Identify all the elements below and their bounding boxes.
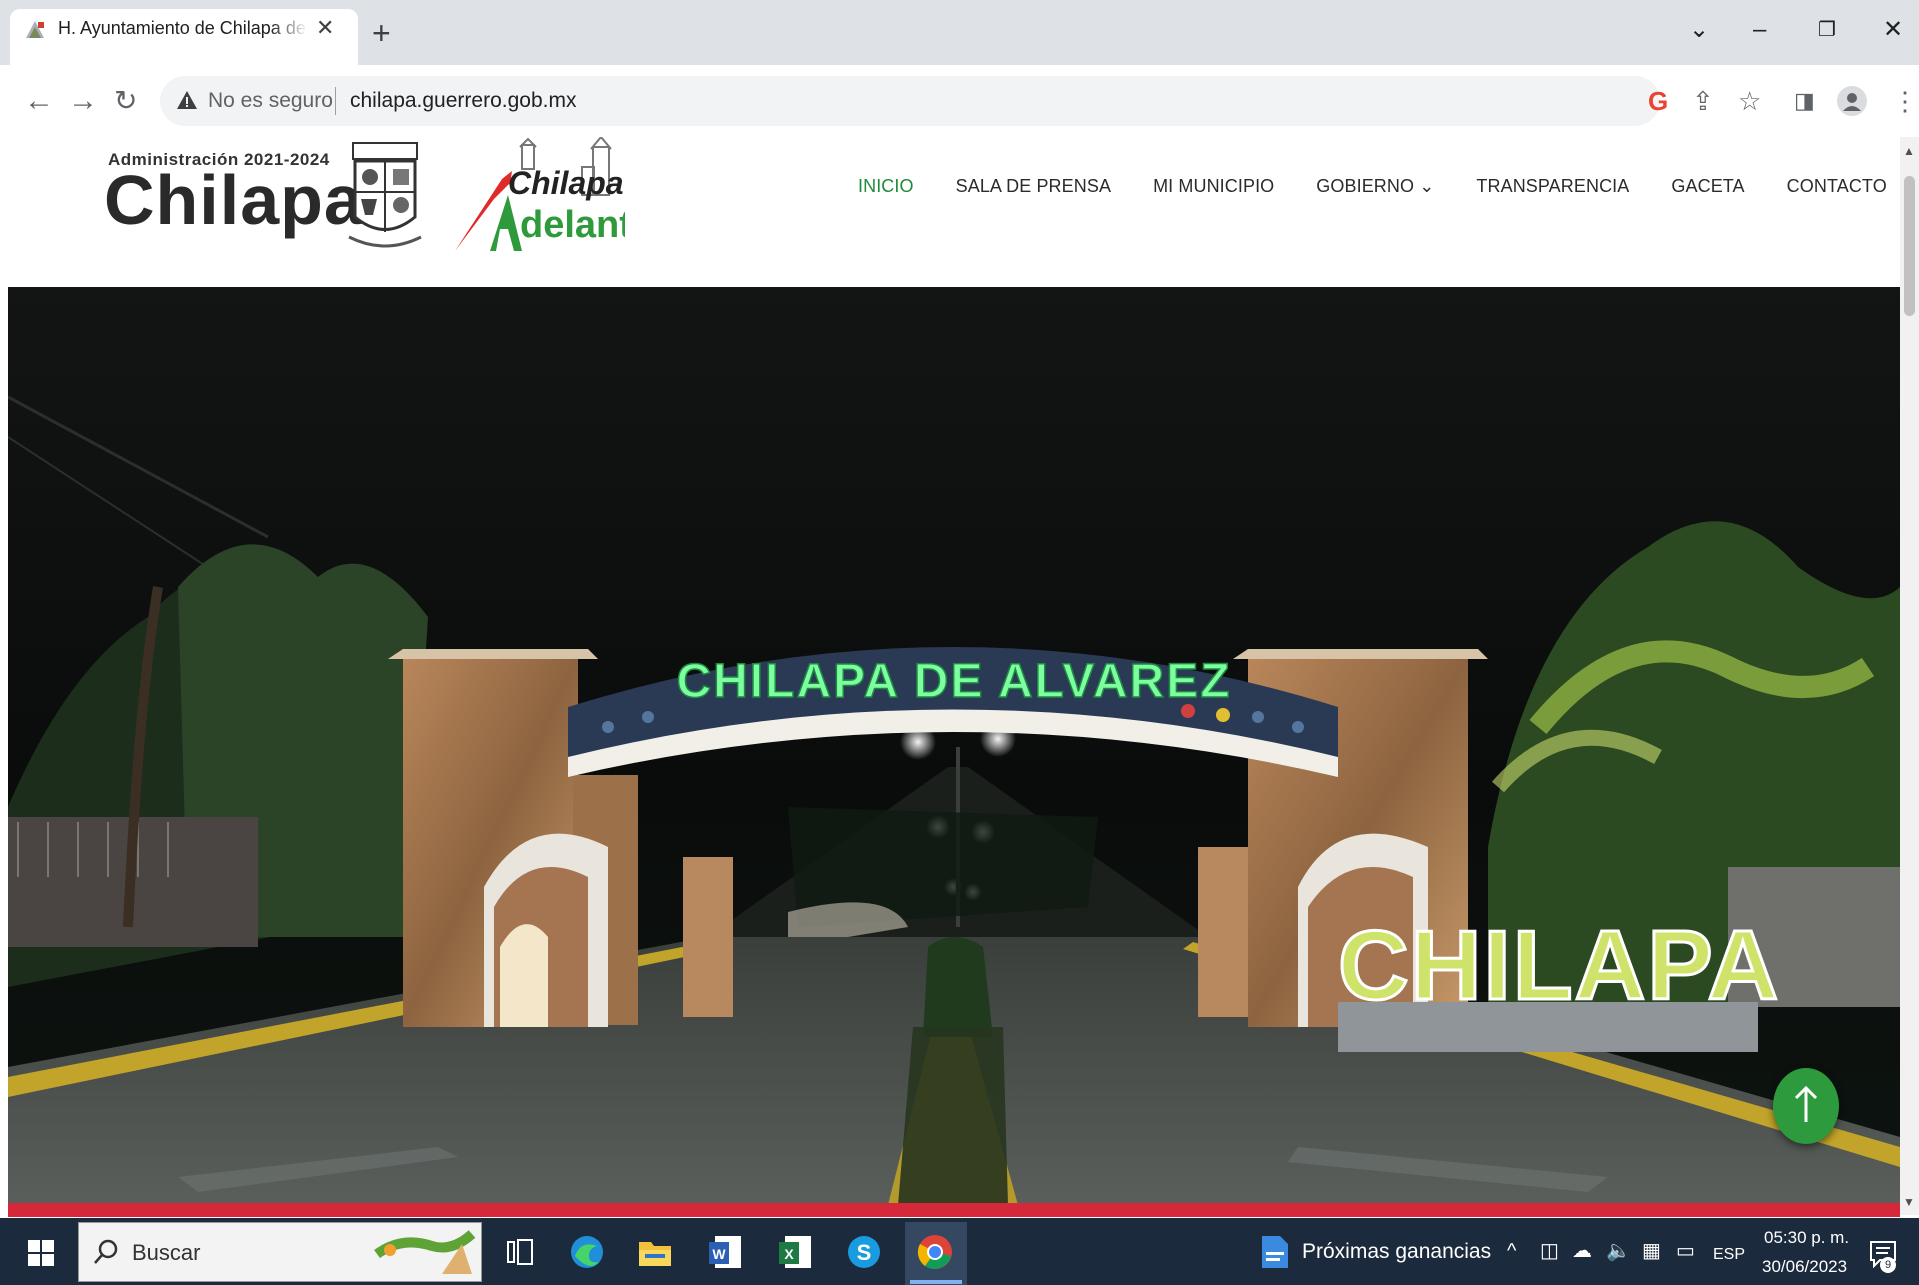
hero-banner-image: CHILAPA DE ALVAREZ CHILAPA xyxy=(8,287,1900,1205)
svg-text:W: W xyxy=(712,1246,726,1262)
nav-gaceta[interactable]: GACETA xyxy=(1671,176,1744,206)
chrome-icon[interactable] xyxy=(915,1232,955,1272)
tab-favicon-icon xyxy=(26,21,44,38)
red-accent-strip xyxy=(8,1203,1900,1217)
tab-search-icon[interactable]: ⌄ xyxy=(1689,18,1709,42)
main-nav: INICIO SALA DE PRENSA MI MUNICIPIO GOBIE… xyxy=(858,176,1887,206)
show-hidden-icons-icon[interactable]: ^ xyxy=(1507,1240,1516,1262)
new-tab-button[interactable]: + xyxy=(372,17,391,49)
security-label[interactable]: No es seguro xyxy=(208,89,333,113)
site-logo-text[interactable]: Chilapa xyxy=(104,160,364,240)
nav-contacto[interactable]: CONTACTO xyxy=(1787,176,1887,206)
back-icon[interactable]: ← xyxy=(24,85,54,117)
menu-icon[interactable]: ⋮ xyxy=(1892,86,1918,116)
tab-close-icon[interactable]: ✕ xyxy=(316,14,334,42)
edge-icon[interactable] xyxy=(567,1232,607,1272)
arch-sign-text: CHILAPA DE ALVAREZ xyxy=(676,655,1231,708)
language-indicator[interactable]: ESP xyxy=(1713,1244,1745,1266)
forward-icon[interactable]: → xyxy=(68,85,98,117)
clock-time[interactable]: 05:30 p. m. xyxy=(1764,1228,1849,1248)
restore-icon[interactable]: ❐ xyxy=(1818,18,1836,42)
search-highlight-art xyxy=(374,1230,476,1274)
nav-gobierno[interactable]: GOBIERNO ⌄ xyxy=(1316,176,1434,206)
task-view-icon[interactable] xyxy=(500,1232,540,1272)
notification-count-badge: 9 xyxy=(1880,1257,1896,1273)
chrome-active-indicator xyxy=(910,1280,962,1284)
share-icon[interactable]: ⇪ xyxy=(1692,86,1714,116)
coat-of-arms-icon xyxy=(348,142,422,248)
scrollbar-thumb[interactable] xyxy=(1904,176,1915,316)
windows-start-icon[interactable] xyxy=(28,1240,54,1266)
news-widget-icon[interactable] xyxy=(1260,1234,1290,1270)
news-widget-text[interactable]: Próximas ganancias xyxy=(1302,1240,1491,1264)
logo-chilapa-text: Chilapa xyxy=(508,165,624,201)
close-window-icon[interactable]: ✕ xyxy=(1883,18,1903,42)
chilapa-adelante-logo[interactable]: Chilapa delante xyxy=(450,137,625,257)
tab-title: H. Ayuntamiento de Chilapa de Álvarez xyxy=(58,18,308,38)
chilapa-letters-sign: CHILAPA xyxy=(1338,910,1780,1020)
svg-text:S: S xyxy=(857,1240,872,1265)
warning-icon[interactable] xyxy=(176,89,198,111)
onedrive-icon[interactable]: ☁ xyxy=(1572,1240,1592,1262)
excel-icon[interactable]: X xyxy=(775,1232,815,1272)
side-panel-icon[interactable]: ◨ xyxy=(1794,86,1815,116)
meet-now-icon[interactable]: ◫ xyxy=(1540,1240,1559,1262)
taskbar-search-placeholder[interactable]: Buscar xyxy=(132,1240,200,1266)
scroll-down-icon[interactable]: ▼ xyxy=(1903,1195,1915,1209)
volume-icon[interactable]: 🔈 xyxy=(1606,1240,1631,1262)
google-icon[interactable]: G xyxy=(1648,86,1668,116)
reload-icon[interactable]: ↻ xyxy=(114,85,137,117)
minimize-icon[interactable]: – xyxy=(1753,18,1766,42)
skype-icon[interactable]: S xyxy=(844,1232,884,1272)
nav-sala-de-prensa[interactable]: SALA DE PRENSA xyxy=(956,176,1111,206)
nav-mi-municipio[interactable]: MI MUNICIPIO xyxy=(1153,176,1274,206)
display-icon[interactable]: ▭ xyxy=(1676,1240,1695,1262)
star-icon[interactable]: ☆ xyxy=(1738,86,1761,116)
clock-date[interactable]: 30/06/2023 xyxy=(1762,1257,1847,1277)
word-icon[interactable]: W xyxy=(705,1232,745,1272)
svg-text:X: X xyxy=(784,1246,794,1262)
network-icon[interactable]: ▦ xyxy=(1642,1240,1661,1262)
nav-transparencia[interactable]: TRANSPARENCIA xyxy=(1476,176,1629,206)
arrow-up-icon[interactable] xyxy=(1791,1082,1821,1130)
search-icon xyxy=(94,1239,118,1264)
profile-icon[interactable] xyxy=(1837,86,1867,116)
nav-inicio[interactable]: INICIO xyxy=(858,176,914,206)
scroll-up-icon[interactable]: ▲ xyxy=(1903,144,1915,158)
url-separator xyxy=(335,87,336,115)
url-text[interactable]: chilapa.guerrero.gob.mx xyxy=(350,89,576,113)
logo-adelante-text: delante xyxy=(520,204,625,246)
file-explorer-icon[interactable] xyxy=(635,1232,675,1272)
